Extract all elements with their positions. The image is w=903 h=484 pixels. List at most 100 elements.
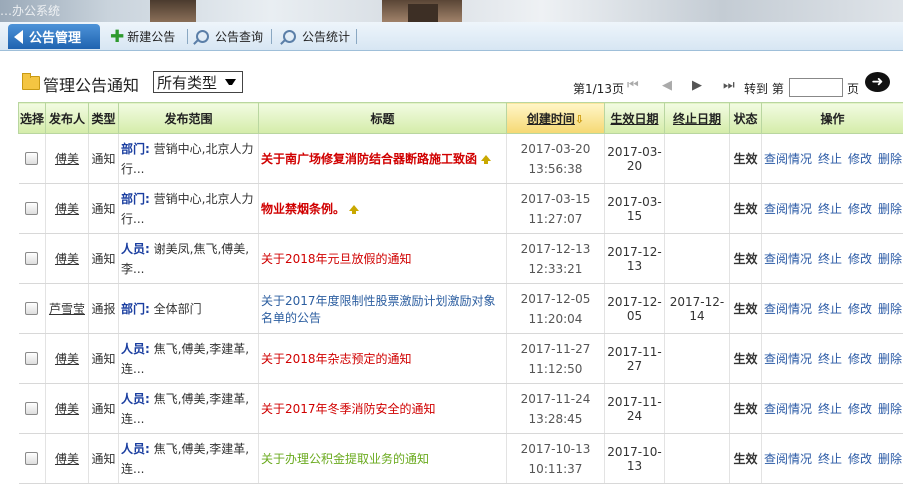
- edit-link[interactable]: 修改: [848, 202, 872, 216]
- delete-link[interactable]: 删除: [878, 452, 902, 466]
- tab-new-announcement[interactable]: ✚ 新建公告: [110, 24, 175, 49]
- tab-label: 公告统计: [302, 28, 350, 45]
- delete-link[interactable]: 删除: [878, 152, 902, 166]
- end-date-cell: [665, 384, 730, 434]
- created-date: 2017-11-24: [509, 389, 602, 409]
- publisher-link[interactable]: 傅美: [48, 450, 86, 467]
- announcement-title-link[interactable]: 关于2017年度限制性股票激励计划激励对象名单的公告: [261, 294, 496, 325]
- scope-cell: 人员: 焦飞,傅美,李建革,连...: [119, 384, 259, 434]
- view-status-link[interactable]: 查阅情况: [764, 352, 812, 366]
- status-badge: 生效: [730, 234, 762, 284]
- created-time: 11:20:04: [509, 309, 602, 329]
- announcement-title-link[interactable]: 关于南广场修复消防结合器断路施工致函: [261, 152, 477, 166]
- created-cell: 2017-11-2413:28:45: [507, 384, 605, 434]
- delete-link[interactable]: 删除: [878, 302, 902, 316]
- terminate-link[interactable]: 终止: [818, 252, 842, 266]
- row-checkbox[interactable]: [25, 152, 38, 165]
- announcement-title-link[interactable]: 物业禁烟条例。: [261, 202, 345, 216]
- created-cell: 2017-03-2013:56:38: [507, 134, 605, 184]
- delete-link[interactable]: 删除: [878, 202, 902, 216]
- type-cell: 通知: [89, 384, 119, 434]
- edit-link[interactable]: 修改: [848, 352, 872, 366]
- delete-link[interactable]: 删除: [878, 402, 902, 416]
- terminate-link[interactable]: 终止: [818, 202, 842, 216]
- status-badge: 生效: [730, 134, 762, 184]
- banner-image: [408, 4, 438, 22]
- announcement-title-link[interactable]: 关于办理公积金提取业务的通知: [261, 452, 429, 466]
- scope-cell: 部门: 全体部门: [119, 284, 259, 334]
- view-status-link[interactable]: 查阅情况: [764, 252, 812, 266]
- row-checkbox[interactable]: [25, 402, 38, 415]
- select-cell: [19, 384, 46, 434]
- status-badge: 生效: [730, 384, 762, 434]
- edit-link[interactable]: 修改: [848, 152, 872, 166]
- actions-cell: 查阅情况终止修改删除: [762, 334, 903, 384]
- edit-link[interactable]: 修改: [848, 452, 872, 466]
- edit-link[interactable]: 修改: [848, 402, 872, 416]
- publisher-link[interactable]: 芦雪莹: [48, 300, 86, 317]
- created-time: 12:33:21: [509, 259, 602, 279]
- view-status-link[interactable]: 查阅情况: [764, 452, 812, 466]
- publisher-link[interactable]: 傅美: [48, 200, 86, 217]
- tab-announcement-query[interactable]: 公告查询: [196, 24, 263, 49]
- header-start-date[interactable]: 生效日期: [605, 103, 665, 134]
- title-cell: 关于2017年冬季消防安全的通知: [259, 384, 507, 434]
- publisher-link[interactable]: 傅美: [48, 250, 86, 267]
- terminate-link[interactable]: 终止: [818, 402, 842, 416]
- tab-announcement-stats[interactable]: 公告统计: [283, 24, 350, 49]
- publisher-cell: 芦雪莹: [46, 284, 89, 334]
- header-end-label: 终止日期: [673, 112, 721, 126]
- publisher-link[interactable]: 傅美: [48, 400, 86, 417]
- next-page-icon[interactable]: ▶: [692, 78, 702, 93]
- view-status-link[interactable]: 查阅情况: [764, 402, 812, 416]
- view-status-link[interactable]: 查阅情况: [764, 152, 812, 166]
- first-page-icon[interactable]: ⏮: [627, 78, 639, 93]
- header-end-date[interactable]: 终止日期: [665, 103, 730, 134]
- up-arrow-icon: [481, 155, 491, 161]
- view-status-link[interactable]: 查阅情况: [764, 202, 812, 216]
- end-date-cell: [665, 184, 730, 234]
- folder-icon: [22, 76, 40, 90]
- delete-link[interactable]: 删除: [878, 252, 902, 266]
- header-start-label: 生效日期: [610, 112, 658, 126]
- scope-label: 人员:: [121, 392, 150, 406]
- terminate-link[interactable]: 终止: [818, 302, 842, 316]
- go-button[interactable]: ➜: [865, 72, 890, 92]
- type-select[interactable]: 所有类型: [153, 71, 243, 93]
- row-checkbox[interactable]: [25, 302, 38, 315]
- select-cell: [19, 234, 46, 284]
- banner-image: [150, 0, 196, 22]
- terminate-link[interactable]: 终止: [818, 352, 842, 366]
- edit-link[interactable]: 修改: [848, 252, 872, 266]
- tab-announcement-manage[interactable]: 公告管理: [8, 24, 100, 49]
- row-checkbox[interactable]: [25, 202, 38, 215]
- goto-page-input[interactable]: [789, 78, 843, 97]
- tab-label: 新建公告: [127, 28, 175, 45]
- view-status-link[interactable]: 查阅情况: [764, 302, 812, 316]
- header-created-time[interactable]: 创建时间⇩: [507, 103, 605, 134]
- row-checkbox[interactable]: [25, 252, 38, 265]
- select-cell: [19, 134, 46, 184]
- actions-cell: 查阅情况终止修改删除: [762, 234, 903, 284]
- table-row: 傅美通知部门: 营销中心,北京人力行...关于南广场修复消防结合器断路施工致函2…: [19, 134, 903, 184]
- terminate-link[interactable]: 终止: [818, 152, 842, 166]
- last-page-icon[interactable]: ⏭: [723, 78, 735, 93]
- page-unit-label: 页: [847, 80, 859, 97]
- table-row: 芦雪莹通报部门: 全体部门关于2017年度限制性股票激励计划激励对象名单的公告2…: [19, 284, 903, 334]
- publisher-link[interactable]: 傅美: [48, 150, 86, 167]
- edit-link[interactable]: 修改: [848, 302, 872, 316]
- up-arrow-icon: [349, 205, 359, 211]
- announcement-title-link[interactable]: 关于2018年元旦放假的通知: [261, 252, 412, 266]
- announcement-title-link[interactable]: 关于2018年杂志预定的通知: [261, 352, 412, 366]
- created-time: 13:28:45: [509, 409, 602, 429]
- delete-link[interactable]: 删除: [878, 352, 902, 366]
- publisher-link[interactable]: 傅美: [48, 350, 86, 367]
- row-checkbox[interactable]: [25, 452, 38, 465]
- prev-page-icon[interactable]: ◀: [662, 78, 672, 93]
- page-title: 管理公告通知: [43, 72, 139, 96]
- terminate-link[interactable]: 终止: [818, 452, 842, 466]
- row-checkbox[interactable]: [25, 352, 38, 365]
- title-cell: 关于南广场修复消防结合器断路施工致函: [259, 134, 507, 184]
- end-date-cell: [665, 134, 730, 184]
- announcement-title-link[interactable]: 关于2017年冬季消防安全的通知: [261, 402, 436, 416]
